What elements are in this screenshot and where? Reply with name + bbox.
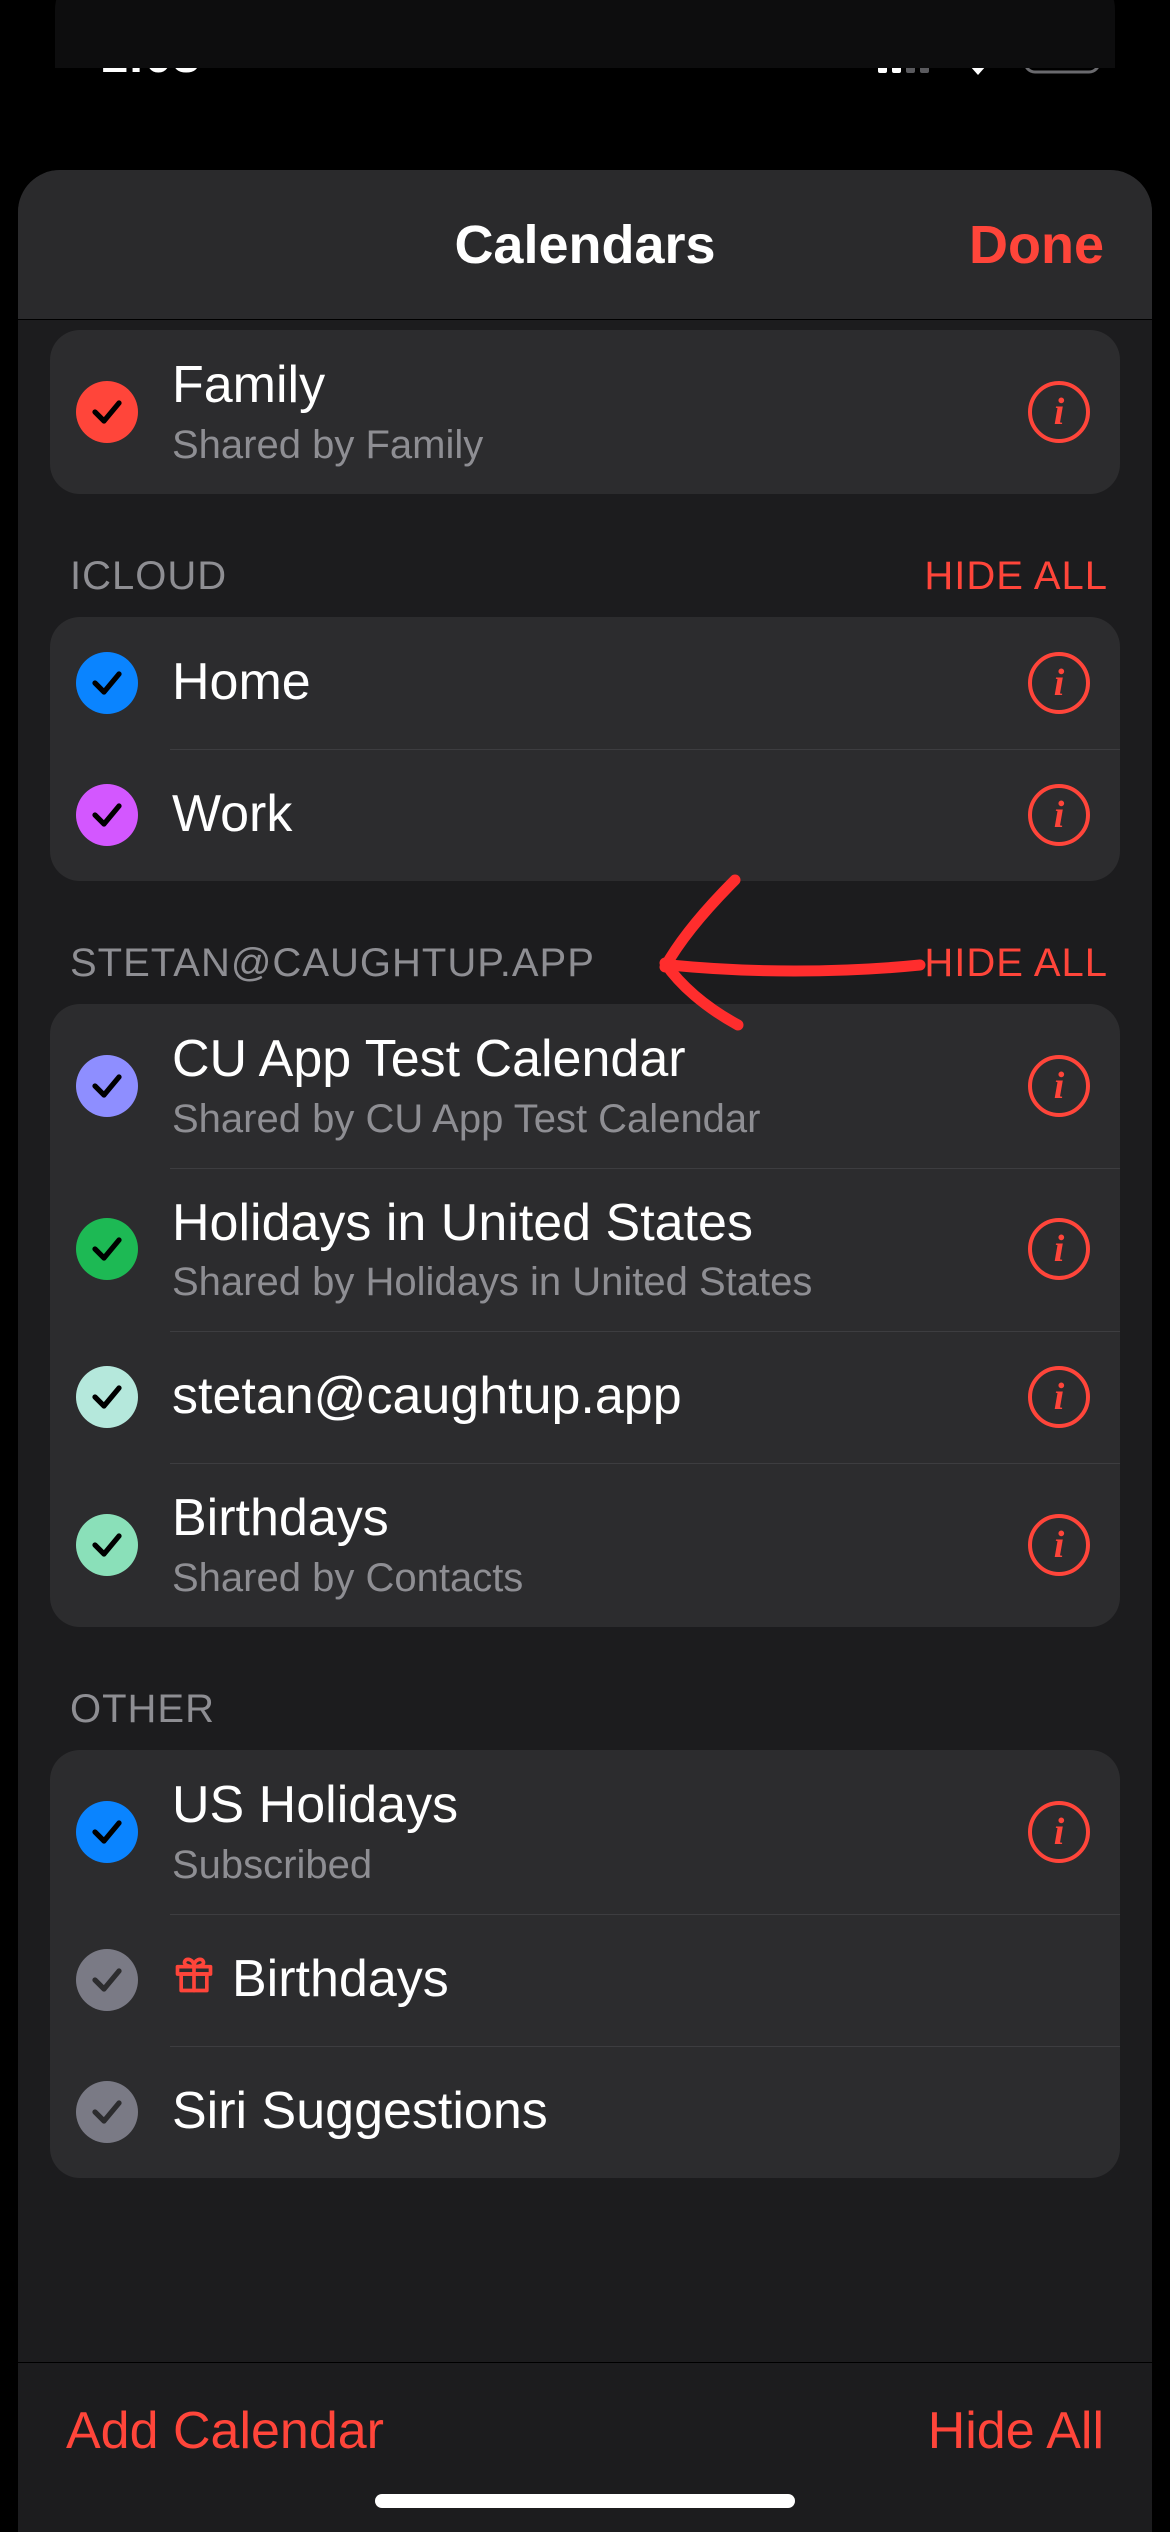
calendar-title: Home [172, 653, 1008, 713]
info-icon[interactable]: i [1028, 1514, 1090, 1576]
calendar-title: Birthdays [172, 1489, 1008, 1549]
calendar-subtitle: Subscribed [172, 1842, 1008, 1888]
checkmark-icon[interactable] [76, 1218, 138, 1280]
hide-all-button[interactable]: HIDE ALL [924, 554, 1108, 599]
sheet-title: Calendars [454, 214, 715, 276]
info-icon[interactable]: i [1028, 1801, 1090, 1863]
checkmark-icon[interactable] [76, 652, 138, 714]
calendar-title: CU App Test Calendar [172, 1030, 1008, 1090]
checkmark-icon[interactable] [76, 1055, 138, 1117]
checkmark-icon[interactable] [76, 381, 138, 443]
checkmark-icon[interactable] [76, 1366, 138, 1428]
group-title: ICLOUD [70, 554, 227, 599]
group-title: OTHER [70, 1687, 215, 1732]
info-icon[interactable]: i [1028, 381, 1090, 443]
calendar-title: Birthdays [172, 1950, 1090, 2010]
checkmark-icon[interactable] [76, 1514, 138, 1576]
sheet-header: Calendars Done [18, 170, 1152, 320]
info-icon[interactable]: i [1028, 784, 1090, 846]
calendar-title: Family [172, 356, 1008, 416]
checkmark-icon[interactable] [76, 784, 138, 846]
add-calendar-button[interactable]: Add Calendar [66, 2401, 384, 2461]
group-header-caughtup: STETAN@CAUGHTUP.APP HIDE ALL [18, 881, 1152, 1004]
group-caughtup: CU App Test Calendar Shared by CU App Te… [50, 1004, 1120, 1627]
info-icon[interactable]: i [1028, 1055, 1090, 1117]
calendar-row-family[interactable]: Family Shared by Family i [50, 330, 1120, 494]
calendar-row-birthdays-other[interactable]: Birthdays [50, 1914, 1120, 2046]
gift-icon [172, 1950, 216, 2010]
calendar-title-text: Birthdays [232, 1950, 449, 2010]
group-header-other: OTHER [18, 1627, 1152, 1750]
calendar-title: Siri Suggestions [172, 2082, 1090, 2142]
calendar-row-holidays-us[interactable]: Holidays in United States Shared by Holi… [50, 1168, 1120, 1332]
checkmark-icon[interactable] [76, 1949, 138, 2011]
group-title: STETAN@CAUGHTUP.APP [70, 941, 595, 986]
group-family: Family Shared by Family i [50, 330, 1120, 494]
checkmark-icon[interactable] [76, 2081, 138, 2143]
calendar-row-us-holidays[interactable]: US Holidays Subscribed i [50, 1750, 1120, 1914]
calendar-subtitle: Shared by Family [172, 422, 1008, 468]
group-header-icloud: ICLOUD HIDE ALL [18, 494, 1152, 617]
info-icon[interactable]: i [1028, 1218, 1090, 1280]
calendar-row-cu-test[interactable]: CU App Test Calendar Shared by CU App Te… [50, 1004, 1120, 1168]
checkmark-icon[interactable] [76, 1801, 138, 1863]
calendar-subtitle: Shared by Holidays in United States [172, 1259, 1008, 1305]
hide-all-footer-button[interactable]: Hide All [928, 2401, 1104, 2461]
hide-all-button[interactable]: HIDE ALL [924, 941, 1108, 986]
info-icon[interactable]: i [1028, 652, 1090, 714]
calendar-title: Work [172, 785, 1008, 845]
group-icloud: Home i Work i [50, 617, 1120, 881]
calendar-row-stetan[interactable]: stetan@caughtup.app i [50, 1331, 1120, 1463]
calendar-subtitle: Shared by Contacts [172, 1555, 1008, 1601]
calendar-row-work[interactable]: Work i [50, 749, 1120, 881]
group-other: US Holidays Subscribed i [50, 1750, 1120, 2178]
calendar-title: Holidays in United States [172, 1194, 1008, 1254]
calendar-subtitle: Shared by CU App Test Calendar [172, 1096, 1008, 1142]
info-icon[interactable]: i [1028, 1366, 1090, 1428]
calendar-row-home[interactable]: Home i [50, 617, 1120, 749]
home-indicator[interactable] [375, 2494, 795, 2508]
calendar-title: stetan@caughtup.app [172, 1367, 1008, 1427]
calendar-row-birthdays-acct[interactable]: Birthdays Shared by Contacts i [50, 1463, 1120, 1627]
done-button[interactable]: Done [969, 214, 1104, 276]
sheet-back-layer [55, 0, 1115, 68]
sheet-body: Family Shared by Family i ICLOUD HIDE AL… [18, 320, 1152, 2362]
calendar-row-siri[interactable]: Siri Suggestions [50, 2046, 1120, 2178]
calendar-title: US Holidays [172, 1776, 1008, 1836]
calendars-sheet: Calendars Done Family Shared by Family i… [18, 170, 1152, 2532]
